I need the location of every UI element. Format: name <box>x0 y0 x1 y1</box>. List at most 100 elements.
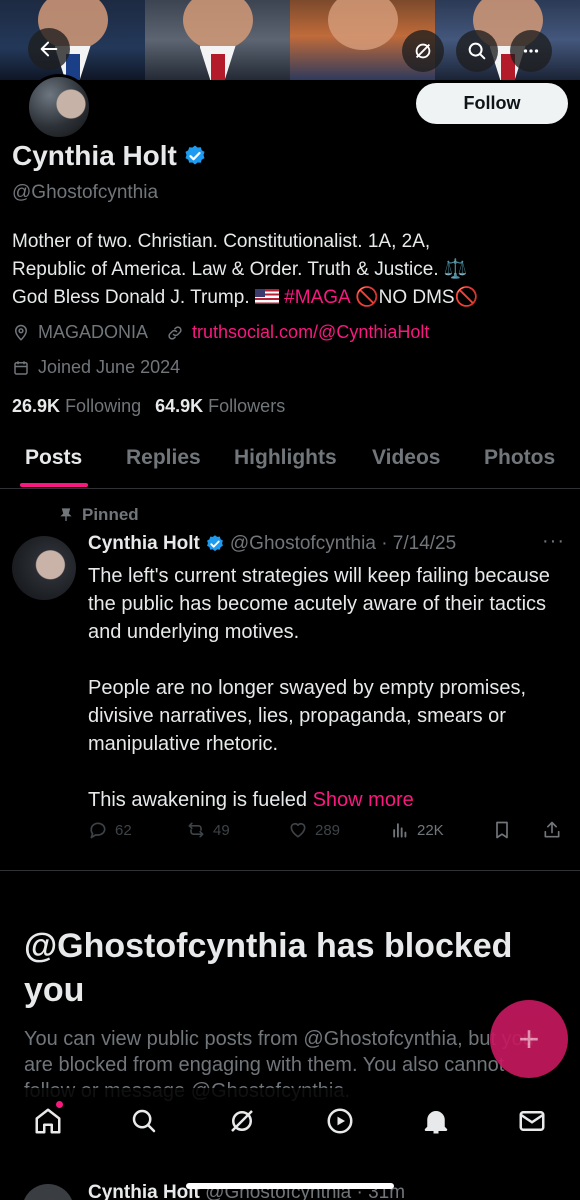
profile-joined-date: Joined June 2024 <box>38 357 181 377</box>
tweet-paragraph: This awakening is fueled Show more <box>88 786 568 814</box>
nav-grok[interactable] <box>227 1106 257 1136</box>
banner-photo-4 <box>435 0 580 80</box>
us-flag-icon <box>254 289 279 304</box>
tab-videos[interactable]: Videos <box>372 446 440 470</box>
more-options-button[interactable] <box>510 30 552 72</box>
link-icon <box>168 325 182 340</box>
blocked-notice-title: @Ghostofcynthia has blocked you <box>24 927 513 1009</box>
show-more-link[interactable]: Show more <box>313 789 414 811</box>
search-button[interactable] <box>456 30 498 72</box>
repost-button[interactable]: 49 <box>186 820 230 840</box>
pin-icon <box>60 508 72 521</box>
nav-messages[interactable] <box>517 1106 547 1136</box>
pinned-label: Pinned <box>82 505 139 524</box>
tweet-author-name: Cynthia Holt <box>88 1182 200 1200</box>
bio-line: God Bless Donald J. Trump. #MAGA 🚫NO DMS… <box>12 284 572 312</box>
like-count: 289 <box>315 821 341 839</box>
profile-bio: Mother of two. Christian. Constitutional… <box>12 228 572 312</box>
like-button[interactable]: 289 <box>288 820 340 840</box>
following-link[interactable]: 26.9K Following <box>12 396 141 417</box>
tweet-header: Cynthia Holt @Ghostofcynthia · 7/14/25 <box>88 533 456 555</box>
next-tweet-preview[interactable]: Cynthia Holt @Ghostofcynthia · 31m <box>0 1152 580 1200</box>
home-indicator <box>186 1183 394 1189</box>
bio-text: God Bless Donald J. Trump. <box>12 287 250 308</box>
heart-icon <box>290 822 306 838</box>
tweet-paragraph: People are no longer swayed by empty pro… <box>88 677 527 755</box>
followers-label: Followers <box>208 396 286 416</box>
more-horizontal-icon <box>523 49 539 53</box>
tab-replies[interactable]: Replies <box>126 446 201 470</box>
tab-photos[interactable]: Photos <box>484 446 555 470</box>
search-icon <box>468 42 486 60</box>
profile-joined-row: Joined June 2024 <box>12 357 180 378</box>
compose-post-button[interactable]: + <box>490 1000 568 1078</box>
search-icon <box>132 1109 156 1133</box>
profile-meta-row: MAGADONIA truthsocial.com/@CynthiaHolt <box>12 322 429 343</box>
grok-icon <box>231 1110 253 1132</box>
tab-highlights[interactable]: Highlights <box>234 446 337 470</box>
calendar-icon <box>14 360 28 375</box>
arrow-left-icon <box>40 41 58 57</box>
bell-icon <box>424 1111 448 1134</box>
banner-photo-1 <box>0 0 145 80</box>
tweet-text: This awakening is fueled <box>88 789 308 811</box>
profile-name: Cynthia Holt <box>12 140 177 171</box>
home-icon <box>35 1108 61 1134</box>
verified-badge-icon <box>206 535 223 552</box>
views-chart-icon <box>393 823 407 838</box>
location-pin-icon <box>14 324 28 341</box>
back-button[interactable] <box>28 28 70 70</box>
view-count: 22K <box>417 821 444 839</box>
bio-text: 🚫NO DMS🚫 <box>354 287 479 308</box>
repost-count: 49 <box>213 821 230 839</box>
banner-photo-2 <box>145 0 290 80</box>
profile-website-link[interactable]: truthsocial.com/@CynthiaHolt <box>192 322 429 343</box>
bio-hashtag[interactable]: #MAGA <box>284 287 349 308</box>
bio-line: Mother of two. Christian. Constitutional… <box>12 231 431 252</box>
following-label: Following <box>65 396 142 416</box>
profile-stats: 26.9K Following 64.9K Followers <box>12 396 285 417</box>
nav-notifications[interactable] <box>421 1106 451 1136</box>
profile-name-row: Cynthia Holt <box>12 140 207 172</box>
tweet-actions: 62 49 289 22K <box>88 820 568 846</box>
repost-icon <box>188 822 204 838</box>
bookmark-button[interactable] <box>492 820 512 840</box>
tweet-paragraph: The left's current strategies will keep … <box>88 565 550 643</box>
bio-line: Republic of America. Law & Order. Truth … <box>12 259 468 280</box>
tweet-more-button[interactable]: ··· <box>542 530 565 553</box>
bottom-navigation <box>0 1088 580 1152</box>
plus-icon: + <box>518 1018 540 1059</box>
bookmark-icon <box>496 821 508 839</box>
mail-icon <box>519 1111 545 1131</box>
pinned-indicator: Pinned <box>58 505 139 525</box>
reply-icon <box>90 822 106 839</box>
grok-button[interactable] <box>402 30 444 72</box>
followers-link[interactable]: 64.9K Followers <box>155 396 285 417</box>
tweet-body[interactable]: The left's current strategies will keep … <box>88 562 568 842</box>
views-button[interactable]: 22K <box>390 820 444 840</box>
nav-explore[interactable] <box>129 1106 159 1136</box>
profile-avatar[interactable] <box>26 74 92 140</box>
reply-count: 62 <box>115 821 132 839</box>
tweet-avatar[interactable] <box>12 536 76 600</box>
active-tab-indicator <box>20 483 88 487</box>
followers-count: 64.9K <box>155 396 204 416</box>
nav-home[interactable] <box>33 1106 63 1136</box>
grok-icon <box>415 43 431 59</box>
profile-handle: @Ghostofcynthia <box>12 182 159 203</box>
following-count: 26.9K <box>12 396 61 416</box>
tweet-avatar <box>22 1184 74 1200</box>
tweet-handle-date: @Ghostofcynthia · 7/14/25 <box>229 533 457 554</box>
play-icon <box>327 1108 353 1134</box>
tab-posts[interactable]: Posts <box>25 446 82 470</box>
share-button[interactable] <box>542 820 562 840</box>
tweet-author-name[interactable]: Cynthia Holt <box>88 533 200 555</box>
follow-button[interactable]: Follow <box>416 83 568 124</box>
verified-badge-icon <box>185 145 205 165</box>
reply-button[interactable]: 62 <box>88 820 132 840</box>
profile-location: MAGADONIA <box>38 322 149 342</box>
profile-tabs: Posts Replies Highlights Videos Photos <box>0 436 580 489</box>
nav-video[interactable] <box>325 1106 355 1136</box>
new-content-dot <box>56 1101 63 1108</box>
section-divider <box>0 870 580 871</box>
